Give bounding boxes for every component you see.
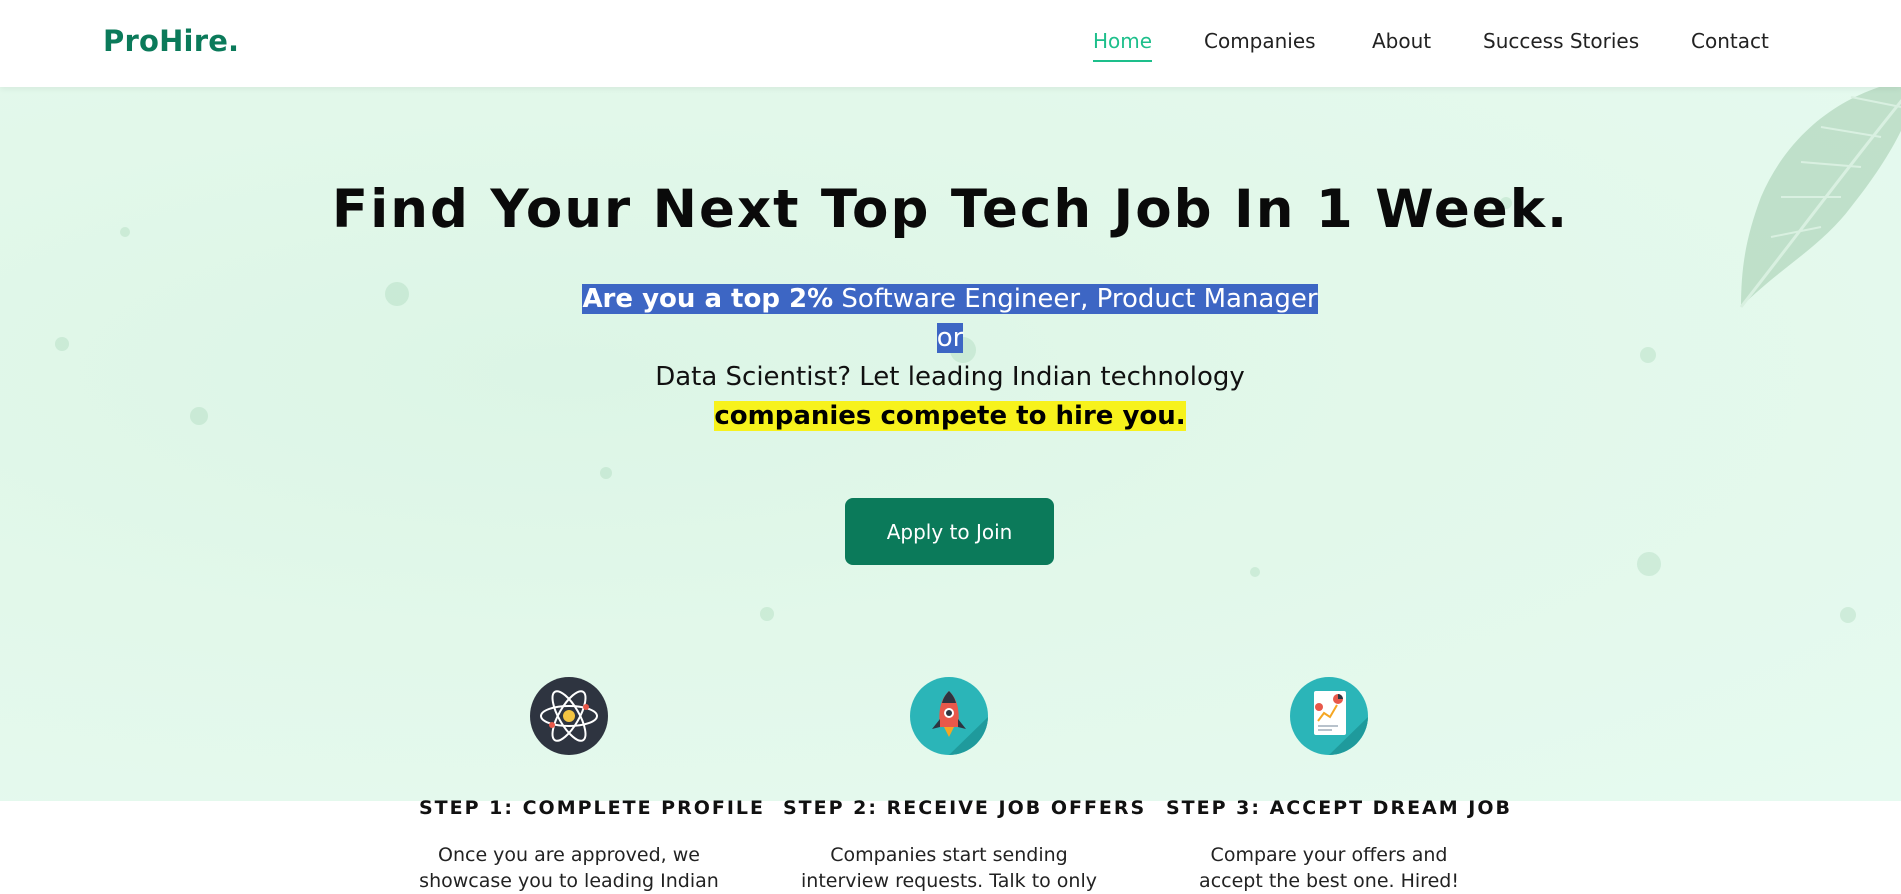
step-2-description: Companies start sending interview reques… [801, 844, 1097, 892]
bg-speckle [55, 337, 69, 351]
bg-speckle [760, 607, 774, 621]
step-3-title: STEP 3: ACCEPT DREAM JOB [1166, 797, 1512, 819]
subtitle-body: Data Scientist? Let leading Indian techn… [655, 362, 1245, 392]
bg-speckle [1640, 347, 1656, 363]
top-navbar: ProHire. Home Companies About Success St… [0, 0, 1901, 87]
bg-speckle [1840, 607, 1856, 623]
subtitle-emphasis: Are you a top 2% [582, 284, 834, 314]
rocket-icon [910, 677, 988, 755]
nav-contact[interactable]: Contact [1691, 28, 1769, 60]
step-3-description: Compare your offers and accept the best … [1199, 844, 1459, 892]
report-chart-icon [1290, 677, 1368, 755]
hero-section: Find Your Next Top Tech Job In 1 Week. A… [0, 87, 1901, 801]
bg-speckle [385, 282, 409, 306]
hero-subtitle: Are you a top 2% Software Engineer, Prod… [575, 280, 1325, 436]
main-nav: Home Companies About Success Stories Con… [0, 28, 1901, 68]
hero-headline: Find Your Next Top Tech Job In 1 Week. [331, 179, 1570, 240]
nav-success-stories[interactable]: Success Stories [1483, 28, 1639, 60]
step-2-title: STEP 2: RECEIVE JOB OFFERS [783, 797, 1147, 819]
apply-to-join-button[interactable]: Apply to Join [845, 498, 1054, 565]
bg-speckle [600, 467, 612, 479]
bg-speckle [1250, 567, 1260, 577]
nav-about[interactable]: About [1372, 28, 1431, 60]
subtitle-roles: Software Engineer, Product Manager or [833, 284, 1318, 353]
subtitle-highlight: companies compete to hire you. [714, 401, 1186, 431]
nav-home[interactable]: Home [1093, 28, 1153, 62]
step-1-title: STEP 1: COMPLETE PROFILE [419, 797, 766, 819]
atom-icon [530, 677, 608, 755]
bg-speckle [190, 407, 208, 425]
bg-speckle [1637, 552, 1661, 576]
step-1-description: Once you are approved, we showcase you t… [419, 844, 719, 892]
nav-companies[interactable]: Companies [1204, 28, 1316, 60]
